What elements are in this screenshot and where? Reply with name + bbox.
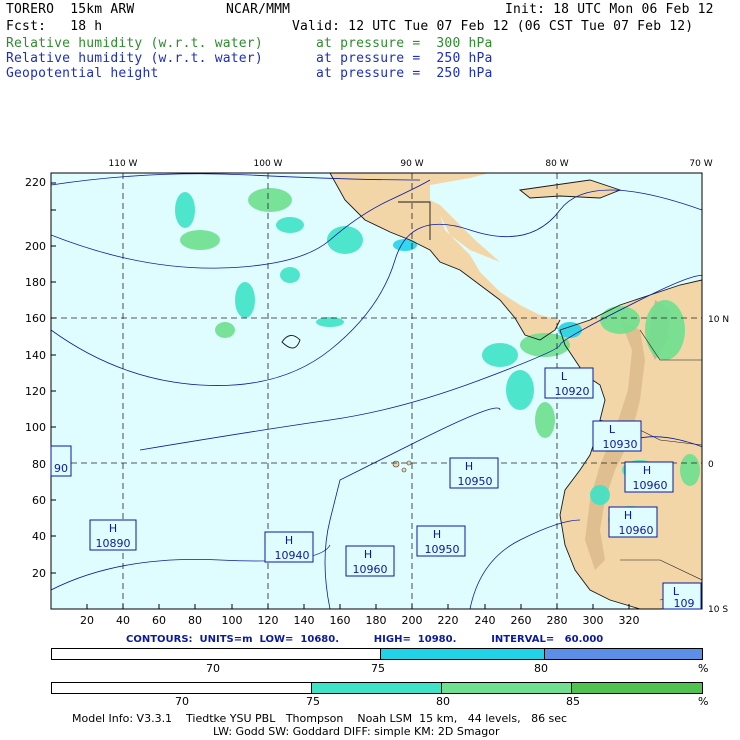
- svg-text:10930: 10930: [603, 438, 638, 451]
- x-tick-label: 220: [438, 614, 459, 627]
- svg-text:90: 90: [54, 462, 68, 475]
- colorbar-label: 75: [371, 662, 385, 675]
- colorbar-label: 75: [306, 695, 320, 708]
- svg-text:10960: 10960: [353, 563, 388, 576]
- svg-text:10960: 10960: [619, 524, 654, 537]
- y-tick-label: 20: [32, 567, 46, 580]
- lon-label: 110 W: [109, 159, 138, 169]
- y-tick-label: 60: [32, 494, 46, 507]
- svg-text:10950: 10950: [458, 475, 493, 488]
- high-marker: H 10960: [624, 461, 674, 493]
- high-marker: H 10950: [449, 457, 499, 489]
- lat-label: 10 S: [708, 605, 728, 615]
- svg-text:H: H: [624, 509, 632, 522]
- y-tick-label: 120: [25, 385, 46, 398]
- galapagos-island: [406, 460, 412, 466]
- colorbar-segment: [52, 649, 381, 659]
- svg-text:H: H: [364, 548, 372, 561]
- x-tick-label: 160: [330, 614, 351, 627]
- x-tick-label: 320: [619, 614, 640, 627]
- y-tick-label: 200: [25, 240, 46, 253]
- x-tick-label: 40: [116, 614, 130, 627]
- x-tick-label: 260: [511, 614, 532, 627]
- colorbar-label: 70: [175, 695, 189, 708]
- colorbar-segment: [572, 683, 702, 693]
- galapagos-island: [401, 467, 407, 473]
- svg-text:10920: 10920: [555, 385, 590, 398]
- svg-text:H: H: [433, 528, 441, 541]
- svg-text:H: H: [109, 522, 117, 535]
- svg-text:109: 109: [674, 597, 695, 610]
- svg-text:10950: 10950: [425, 543, 460, 556]
- x-tick-label: 60: [152, 614, 166, 627]
- colorbar-label: 80: [534, 662, 548, 675]
- y-tick-label: 160: [25, 312, 46, 325]
- lon-label: 80 W: [545, 159, 568, 169]
- high-marker: H 10890: [89, 519, 137, 551]
- colorbar-label: %: [698, 695, 709, 708]
- svg-text:L: L: [561, 370, 568, 383]
- y-tick-label: 140: [25, 349, 46, 362]
- high-marker: H 10960: [608, 506, 658, 538]
- colorbar-segment: [380, 649, 546, 659]
- colorbar-segment: [312, 683, 442, 693]
- model-physics: LW: Godd SW: Goddard DIFF: simple KM: 2D…: [213, 725, 500, 738]
- lon-label: 100 W: [254, 159, 283, 169]
- colorbar-label: 85: [566, 695, 580, 708]
- y-tick-label: 180: [25, 276, 46, 289]
- y-tick-label: 220: [25, 176, 46, 189]
- colorbar-label: 80: [436, 695, 450, 708]
- colorbar-segment: [442, 683, 572, 693]
- svg-text:H: H: [285, 534, 293, 547]
- high-marker: H 10940: [264, 531, 314, 563]
- x-tick-label: 200: [402, 614, 423, 627]
- lat-label: 10 N: [708, 315, 729, 325]
- weather-map: 110 W 100 W 90 W 80 W 70 W 10 N 0 10 S 2…: [25, 159, 729, 627]
- x-tick-label: 140: [294, 614, 315, 627]
- low-marker: L 10930: [592, 420, 642, 452]
- x-tick-label: 20: [80, 614, 94, 627]
- lat-label: 0: [708, 460, 714, 470]
- contour-info: CONTOURS: UNITS=m LOW= 10680. HIGH= 1098…: [126, 634, 604, 645]
- galapagos-island: [392, 460, 400, 468]
- model-info: Model Info: V3.3.1 Tiedtke YSU PBL Thomp…: [72, 712, 568, 725]
- svg-text:L: L: [609, 423, 616, 436]
- svg-text:H: H: [465, 460, 473, 473]
- lon-label: 90 W: [400, 159, 423, 169]
- x-tick-label: 100: [222, 614, 243, 627]
- x-tick-label: 80: [188, 614, 202, 627]
- y-tick-label: 100: [25, 421, 46, 434]
- colorbar-label: 70: [206, 662, 220, 675]
- svg-text:10960: 10960: [633, 479, 668, 492]
- svg-text:10940: 10940: [275, 549, 310, 562]
- x-tick-label: 280: [547, 614, 568, 627]
- x-tick-label: 300: [583, 614, 604, 627]
- y-tick-label: 80: [32, 458, 46, 471]
- edge-marker: 90: [50, 445, 72, 477]
- colorbar-segment: [545, 649, 702, 659]
- low-marker: L 109: [662, 582, 702, 610]
- x-tick-label: 120: [258, 614, 279, 627]
- colorbar-segment: [52, 683, 312, 693]
- lon-label: 70 W: [689, 159, 712, 169]
- svg-text:H: H: [643, 464, 651, 477]
- x-tick-label: 180: [366, 614, 387, 627]
- x-tick-label: 240: [475, 614, 496, 627]
- svg-text:10890: 10890: [96, 537, 131, 550]
- high-marker: H 10960: [345, 545, 395, 577]
- high-marker: H 10950: [416, 525, 466, 557]
- low-marker: L 10920: [544, 367, 594, 399]
- y-tick-label: 40: [32, 530, 46, 543]
- colorbar-label: %: [698, 662, 709, 675]
- colorbar-250hPa: [51, 648, 703, 660]
- colorbar-300hPa: [51, 682, 703, 694]
